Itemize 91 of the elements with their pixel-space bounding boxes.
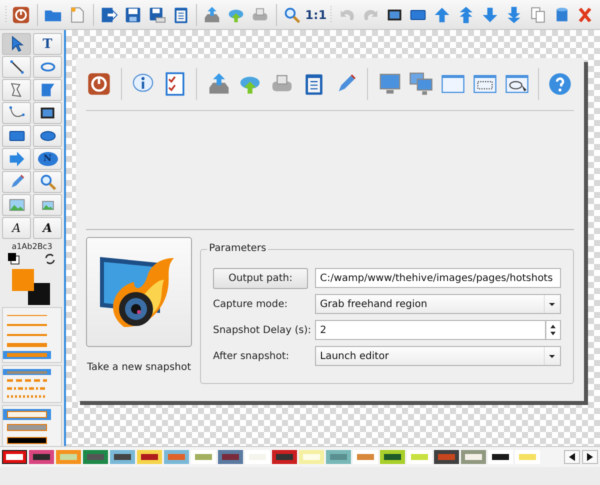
ellipse-tool[interactable] bbox=[33, 125, 62, 147]
output-path-button[interactable]: Output path: bbox=[213, 268, 308, 288]
text-tool[interactable]: T bbox=[33, 33, 62, 55]
line-tool[interactable] bbox=[2, 56, 31, 78]
window-cursor-icon bbox=[504, 72, 529, 96]
spin-arrows-icon[interactable] bbox=[545, 320, 561, 340]
line-pattern-icon bbox=[7, 386, 47, 390]
color-swatch[interactable] bbox=[299, 450, 324, 464]
tray-upload-icon bbox=[203, 6, 222, 24]
zoom-tool[interactable] bbox=[33, 171, 62, 193]
font-sample: a1Ab2Bc3 bbox=[12, 242, 52, 251]
color-swatch[interactable] bbox=[56, 450, 81, 464]
actual-size-button[interactable]: 1:1 bbox=[305, 4, 326, 26]
power-button[interactable] bbox=[86, 70, 113, 98]
snapshot-caption: Take a new snapshot bbox=[86, 362, 192, 373]
down-arrow-icon bbox=[480, 6, 499, 24]
color-swatch[interactable] bbox=[191, 450, 216, 464]
color-swatch[interactable] bbox=[515, 450, 540, 464]
delay-field[interactable]: 2 bbox=[315, 320, 545, 340]
monitor-icon bbox=[378, 72, 402, 96]
monitors-icon bbox=[409, 72, 434, 96]
left-triangle-icon bbox=[569, 453, 575, 461]
help-icon bbox=[548, 72, 572, 96]
help-button[interactable] bbox=[547, 70, 574, 98]
primary-color[interactable] bbox=[12, 269, 34, 291]
pointer-tool[interactable] bbox=[2, 33, 31, 55]
dropdown[interactable]: Grab freehand region bbox=[315, 294, 561, 314]
copy-icon bbox=[528, 6, 547, 24]
path-field[interactable]: C:/wamp/www/thehive/images/pages/hotshots bbox=[315, 268, 561, 288]
line-pattern-icon bbox=[7, 394, 47, 398]
region-tool[interactable] bbox=[33, 79, 62, 101]
line-pattern-icon bbox=[7, 370, 47, 374]
color-swatch[interactable] bbox=[137, 450, 162, 464]
color-swatch[interactable] bbox=[326, 450, 351, 464]
color-swatch[interactable] bbox=[218, 450, 243, 464]
dropdown[interactable]: Launch editor bbox=[315, 346, 561, 366]
color-swatch[interactable] bbox=[2, 450, 27, 464]
region-icon bbox=[38, 81, 56, 99]
field-label: Snapshot Delay (s): bbox=[213, 324, 312, 336]
printer-icon bbox=[251, 6, 270, 24]
up-arrow-icon bbox=[433, 6, 452, 24]
window-icon bbox=[441, 72, 466, 96]
image-icon bbox=[8, 196, 26, 214]
curve-tool[interactable] bbox=[2, 102, 31, 124]
color-swatch[interactable] bbox=[461, 450, 486, 464]
scroll-right-button[interactable] bbox=[582, 450, 598, 464]
save-as-icon bbox=[148, 6, 166, 24]
color-swatch[interactable] bbox=[488, 450, 513, 464]
tray-upload-icon bbox=[206, 72, 231, 96]
group-title: Parameters bbox=[207, 243, 268, 254]
arrow-tool[interactable] bbox=[2, 148, 31, 170]
scroll-left-button[interactable] bbox=[564, 450, 580, 464]
image-small-tool[interactable] bbox=[33, 194, 62, 216]
polygon-tool[interactable] bbox=[2, 79, 31, 101]
new-document-icon bbox=[68, 6, 86, 24]
swap-colors-icon[interactable] bbox=[44, 253, 56, 265]
color-swatch[interactable] bbox=[164, 450, 189, 464]
color-swatch[interactable] bbox=[110, 450, 135, 464]
font-bold-tool[interactable]: A bbox=[33, 217, 62, 239]
snapshot-button[interactable] bbox=[86, 237, 192, 347]
secondary-color[interactable] bbox=[28, 283, 50, 305]
rect-tool[interactable] bbox=[2, 125, 31, 147]
zoom-icon bbox=[282, 6, 301, 24]
save-icon bbox=[124, 6, 142, 24]
export-icon bbox=[100, 6, 118, 24]
color-swatch[interactable] bbox=[407, 450, 432, 464]
color-swatch[interactable] bbox=[353, 450, 378, 464]
power-icon bbox=[87, 72, 112, 96]
field-label: After snapshot: bbox=[213, 350, 290, 362]
line-icon bbox=[8, 58, 26, 76]
monitors-button[interactable] bbox=[408, 70, 435, 98]
lasso-tool[interactable] bbox=[33, 56, 62, 78]
line-pattern-icon bbox=[7, 378, 47, 382]
font-tool[interactable]: A bbox=[2, 217, 31, 239]
default-colors-icon[interactable] bbox=[8, 253, 20, 265]
color-swatch[interactable] bbox=[272, 450, 297, 464]
clipboard-icon bbox=[172, 6, 190, 24]
arrow-icon bbox=[8, 150, 26, 168]
checklist-icon bbox=[162, 72, 187, 96]
color-swatch[interactable] bbox=[380, 450, 405, 464]
color-swatch[interactable] bbox=[29, 450, 54, 464]
pencil-tool[interactable] bbox=[2, 171, 31, 193]
color-swatch[interactable] bbox=[83, 450, 108, 464]
power-icon bbox=[12, 6, 30, 24]
image-tool[interactable] bbox=[2, 194, 31, 216]
window-selection-icon bbox=[472, 72, 497, 96]
crop-tool[interactable] bbox=[33, 102, 62, 124]
zoom-icon bbox=[38, 173, 56, 191]
right-triangle-icon bbox=[587, 453, 593, 461]
field-label: Capture mode: bbox=[213, 298, 289, 310]
color-swatch[interactable] bbox=[434, 450, 459, 464]
